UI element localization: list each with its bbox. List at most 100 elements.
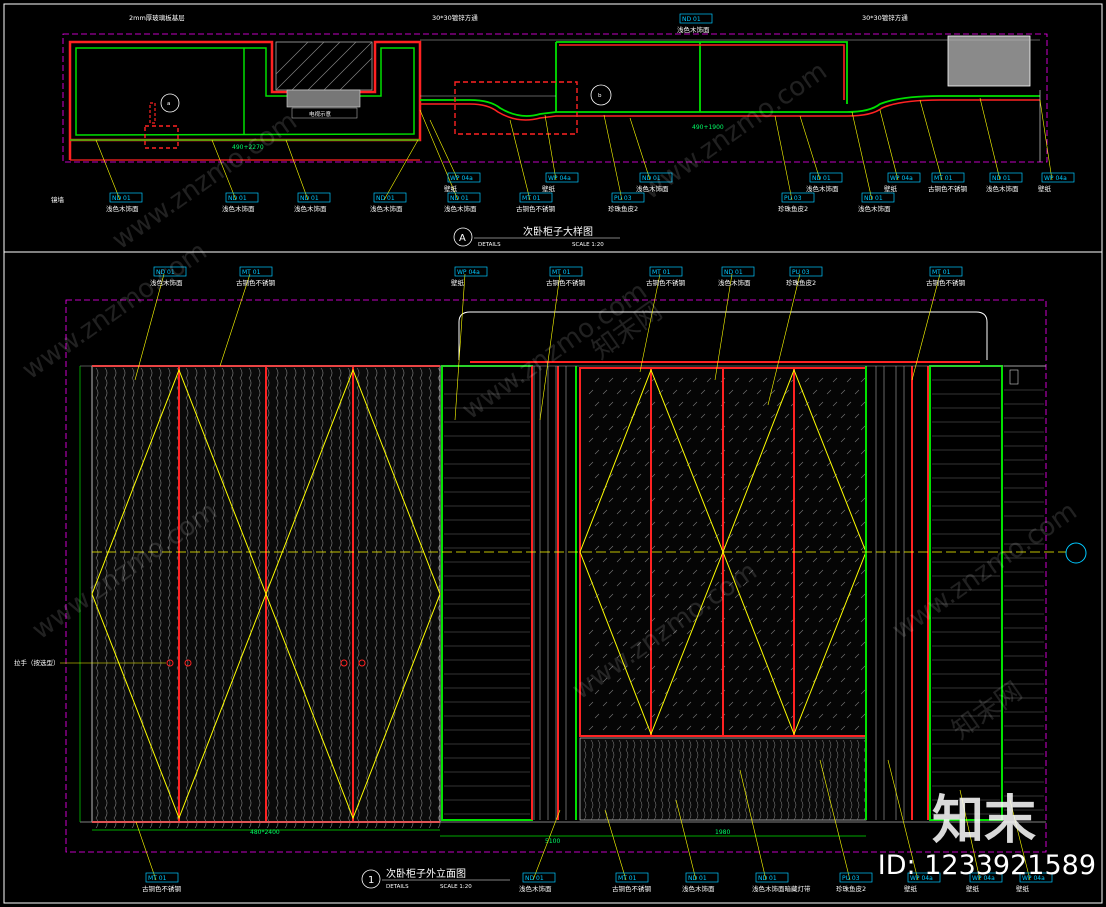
plan-tag-4-text: 浅色木饰面	[444, 204, 477, 213]
elev-title-label: 1	[368, 875, 374, 886]
plan-tag-15: ND 01 浅色木饰面	[979, 97, 1023, 193]
id-text: ID: 1233921589	[877, 850, 1096, 881]
plan-tag-16-text: 壁纸	[1038, 184, 1052, 193]
elev-top-tag-2-code: WP 04a	[457, 269, 480, 276]
elev-bottom-tag-7-text: 壁纸	[966, 884, 980, 893]
plan-tag-7-text: 壁纸	[542, 184, 556, 193]
callout-steel-tube-1: 30*30镀锌方通	[432, 13, 478, 22]
elev-bottom-tag-0-text: 古铜色不锈钢	[142, 884, 182, 893]
plan-tag-12-text: 浅色木饰面	[858, 204, 891, 213]
plan-tag-5-code: WP 04a	[450, 175, 473, 182]
elev-top-tag-1: MT 01 古铜色不锈钢	[219, 266, 276, 367]
elev-title: 次卧柜子外立面图	[386, 867, 466, 880]
plan-tag-14: MT 01 古铜色不锈钢	[919, 99, 968, 193]
plan-tag-3: ND 01 浅色木饰面	[370, 139, 419, 213]
elev-top-tag-5: ND 01 浅色木饰面	[714, 266, 755, 381]
plan-tag-12: ND 01 浅色木饰面	[851, 111, 895, 213]
elev-top-tag-6-text: 珍珠鱼皮2	[786, 278, 816, 287]
elev-bottom-tag-6-text: 壁纸	[904, 884, 918, 893]
elev-bottom-tag-2-code: MT 01	[618, 875, 637, 882]
handle-note: 拉手（按选型）	[14, 658, 60, 667]
plan-tag-1-code: ND 01	[228, 195, 247, 202]
elev-top-tag-3-code: MT 01	[552, 269, 571, 276]
elev-top-tag-6-code: PU 03	[792, 269, 810, 276]
plan-detail-a: a b	[62, 33, 1048, 163]
elev-bottom-tag-5-code: PU 03	[842, 875, 860, 882]
plan-tag-11-code: ND 01	[812, 175, 831, 182]
plan-title-label: A	[459, 233, 466, 244]
plan-tag-16: WP 04a 壁纸	[1038, 99, 1075, 193]
plan-tag-16-code: WP 04a	[1044, 175, 1067, 182]
plan-tag-10-text: 珍珠鱼皮2	[778, 204, 808, 213]
elev-bottom-tag-8-text: 壁纸	[1016, 884, 1030, 893]
elev-bottom-tag-4-code: ND 01	[758, 875, 777, 882]
plan-tag-0: ND 01浅色木饰面	[95, 139, 143, 213]
plan-left-note: 镜墙	[51, 195, 65, 204]
plan-tag-12-code: ND 01	[864, 195, 883, 202]
plan-tag-10-code: PU 03	[784, 195, 802, 202]
plan-tag-2-text: 浅色木饰面	[294, 204, 327, 213]
elev-bottom-tag-2: MT 01 古铜色不锈钢	[604, 809, 652, 893]
plan-tag-10: PU 03 珍珠鱼皮2	[774, 115, 815, 213]
watermark-6: www.znzmo.com	[887, 496, 1083, 646]
elev-scale: SCALE 1:20	[440, 884, 472, 890]
plan-tag-11-text: 浅色木饰面	[806, 184, 839, 193]
plan-tag-15-text: 浅色木饰面	[986, 184, 1019, 193]
section-mark-a: a	[167, 101, 170, 107]
plan-tag-6-text: 古铜色不锈钢	[516, 204, 556, 213]
watermark-2: www.znzmo.com	[107, 106, 303, 256]
section-mark-b: b	[598, 93, 602, 99]
plan-tag-4: ND 01 浅色木饰面	[419, 109, 481, 213]
plan-scale: SCALE 1:20	[572, 242, 604, 248]
top-material-text: 浅色木饰面	[677, 25, 710, 34]
elev-bottom-tag-1: ND 01 浅色木饰面	[519, 809, 561, 893]
plan-tag-14-text: 古铜色不锈钢	[928, 184, 968, 193]
plan-title: 次卧柜子大样图	[523, 225, 593, 238]
elev-top-tag-7-text: 古铜色不锈钢	[926, 278, 966, 287]
elev-dim-1: 480*2400	[250, 829, 280, 836]
elev-bottom-tag-0-code: MT 01	[148, 875, 167, 882]
plan-tag-7-code: WP 04a	[548, 175, 571, 182]
plan-tag-3-text: 浅色木饰面	[370, 204, 403, 213]
elev-top-tag-3-text: 古铜色不锈钢	[546, 278, 586, 287]
callout-steel-tube-2: 30*30镀锌方通	[862, 13, 908, 22]
elev-top-tag-5-text: 浅色木饰面	[718, 278, 751, 287]
elev-details-word: DETAILS	[386, 884, 409, 890]
elev-bottom-tag-1-text: 浅色木饰面	[519, 884, 552, 893]
plan-tag-11: ND 01 浅色木饰面	[799, 115, 843, 193]
plan-tag-8-code: PU 03	[614, 195, 632, 202]
top-material-tag: ND 01	[682, 16, 701, 23]
elev-top-tag-7: MT 01 古铜色不锈钢	[911, 266, 966, 381]
elev-bottom-tag-3-text: 浅色木饰面	[682, 884, 715, 893]
elev-dim-2: 5100	[545, 838, 560, 845]
plan-tag-1-text: 浅色木饰面	[222, 204, 255, 213]
plan-tag-7: WP 04a 壁纸	[542, 114, 579, 193]
plan-tag-13-code: WP 04a	[890, 175, 913, 182]
watermark-3: www.znzmo.com	[637, 56, 833, 206]
elev-top-tag-1-code: MT 01	[242, 269, 261, 276]
brand-logo: 知末	[931, 791, 1036, 851]
plan-tag-0-code: ND 01	[112, 195, 131, 202]
plan-tag-2-code: ND 01	[300, 195, 319, 202]
plan-tag-8: PU 03 珍珠鱼皮2	[603, 114, 645, 213]
plan-tag-15-code: ND 01	[992, 175, 1011, 182]
elev-top-tag-5-code: ND 01	[724, 269, 743, 276]
elev-bottom-tag-4-text: 浅色木饰面暗藏灯带	[752, 884, 811, 893]
plan-tag-5-text: 壁纸	[444, 184, 458, 193]
elev-top-tag-1-text: 古铜色不锈钢	[236, 278, 276, 287]
plan-details-word: DETAILS	[478, 242, 501, 248]
elev-bottom-tag-2-text: 古铜色不锈钢	[612, 884, 652, 893]
elev-bottom-tag-5-text: 珍珠鱼皮2	[836, 884, 866, 893]
plan-tag-13-text: 壁纸	[884, 184, 898, 193]
elev-dim-3: 1980	[715, 829, 730, 836]
elevation-drawing	[65, 299, 1087, 853]
elev-top-tag-7-code: MT 01	[932, 269, 951, 276]
plan-tag-8-text: 珍珠鱼皮2	[608, 204, 638, 213]
plan-tag-3-code: ND 01	[376, 195, 395, 202]
elev-bottom-tag-1-code: ND 01	[525, 875, 544, 882]
watermark-brand-2: 知末网	[947, 676, 1028, 745]
plan-tag-4-code: ND 01	[450, 195, 469, 202]
elev-top-tag-2-text: 壁纸	[451, 278, 465, 287]
elev-top-tag-4-code: MT 01	[652, 269, 671, 276]
plan-tag-2: ND 01 浅色木饰面	[285, 139, 331, 213]
